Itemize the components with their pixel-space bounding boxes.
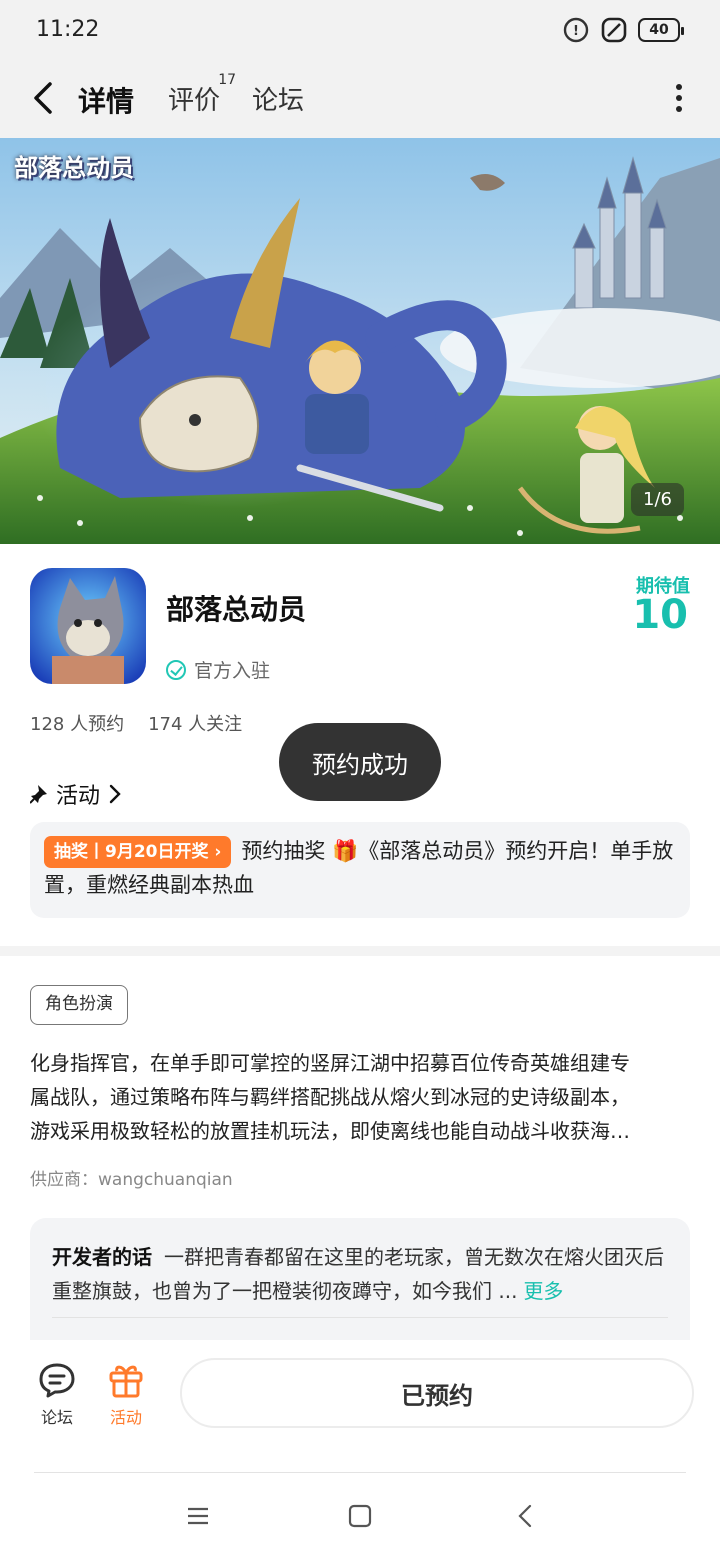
no-disturb-icon <box>601 17 627 43</box>
activity-card[interactable]: 抽奖丨9月20日开奖 › 预约抽奖 🎁《部落总动员》预约开启！单手放置，重燃经典副… <box>30 822 690 918</box>
system-navigation-bar <box>0 1476 720 1560</box>
description-line: 属战队，通过策略布阵与羁绊搭配挑战从熔火到冰冠的史诗级副本， <box>30 1085 630 1109</box>
battery-level: 40 <box>649 22 669 38</box>
reviews-count-badge: 17 <box>218 72 237 88</box>
developer-note-card[interactable]: 开发者的话 一群把青春都留在这里的老玩家，曾无数次在熔火团灭后重整旗鼓，也曾为了一… <box>30 1218 690 1348</box>
forum-button-label: 论坛 <box>40 1408 73 1427</box>
developer-more-link[interactable]: 更多 <box>523 1279 563 1303</box>
tab-forum-label: 论坛 <box>252 86 305 116</box>
bottom-action-bar: 论坛 活动 已预约 <box>0 1340 720 1472</box>
back-arrow-icon[interactable] <box>30 78 60 118</box>
reservation-success-toast: 预约成功 <box>279 723 441 801</box>
system-back-icon[interactable] <box>514 1504 538 1528</box>
flower-notification-icon: ! <box>563 17 589 43</box>
banner-brand-logo: 部落总动员 <box>14 154 134 182</box>
lottery-badge-label: 抽奖丨9月20日开奖 <box>54 842 209 862</box>
reservation-count: 128 人预约 <box>30 714 125 735</box>
chat-bubble-icon <box>39 1363 75 1398</box>
activity-button[interactable]: 活动 <box>96 1362 156 1428</box>
top-nav: 详情 评价 17 论坛 <box>0 62 720 138</box>
status-icons: ! 40 <box>562 16 684 44</box>
battery-icon: 40 <box>638 18 684 42</box>
bottom-divider <box>34 1472 686 1473</box>
card-separator <box>52 1317 668 1318</box>
pin-icon <box>30 785 47 804</box>
game-description[interactable]: 化身指挥官，在单手即可掌控的竖屏江湖中招募百位传奇英雄组建专 属战队，通过策略布… <box>30 1046 692 1148</box>
genre-tag[interactable]: 角色扮演 <box>30 985 128 1025</box>
verified-check-icon <box>166 659 186 680</box>
gift-icon <box>109 1365 143 1398</box>
activity-section-header[interactable]: 活动 <box>30 778 122 810</box>
banner-artwork <box>0 138 720 544</box>
supplier-info: 供应商：wangchuanqian <box>30 1170 233 1190</box>
status-time: 11:22 <box>36 17 100 42</box>
tab-details-label: 详情 <box>78 85 135 118</box>
description-line: 游戏采用极致轻松的放置挂机玩法，即使离线也能自动战斗收获海… <box>30 1119 630 1143</box>
more-options-icon[interactable] <box>674 84 684 112</box>
description-line: 化身指挥官，在单手即可掌控的竖屏江湖中招募百位传奇英雄组建专 <box>30 1051 630 1075</box>
official-label: 官方入驻 <box>194 660 271 682</box>
banner-page-indicator: 1/6 <box>631 483 684 516</box>
tab-reviews[interactable]: 评价 17 <box>168 72 236 117</box>
app-name: 部落总动员 <box>166 593 307 626</box>
recent-apps-icon[interactable] <box>186 1504 210 1528</box>
game-banner[interactable]: 部落总动员 1/6 <box>0 138 720 544</box>
home-icon[interactable] <box>348 1504 372 1528</box>
app-icon <box>30 568 146 684</box>
activity-button-label: 活动 <box>109 1408 142 1427</box>
tab-reviews-label: 评价 <box>168 86 221 116</box>
official-badge: 官方入驻 <box>166 656 270 683</box>
developer-note-label: 开发者的话 <box>52 1245 152 1269</box>
forum-button[interactable]: 论坛 <box>27 1362 87 1428</box>
svg-text:!: ! <box>573 24 579 39</box>
tab-forum[interactable]: 论坛 <box>252 80 304 117</box>
tab-details[interactable]: 详情 <box>74 80 139 120</box>
activity-title: 活动 <box>56 784 101 809</box>
app-stats: 128 人预约 174 人关注 <box>30 710 242 736</box>
follower-count: 174 人关注 <box>148 714 243 735</box>
reserved-button[interactable]: 已预约 <box>180 1358 694 1428</box>
lottery-badge: 抽奖丨9月20日开奖 › <box>44 836 232 868</box>
section-divider <box>0 946 720 956</box>
status-bar: 11:22 ! 40 <box>0 0 720 62</box>
expectation-value: 10 <box>632 592 688 638</box>
chevron-right-icon <box>109 784 121 804</box>
